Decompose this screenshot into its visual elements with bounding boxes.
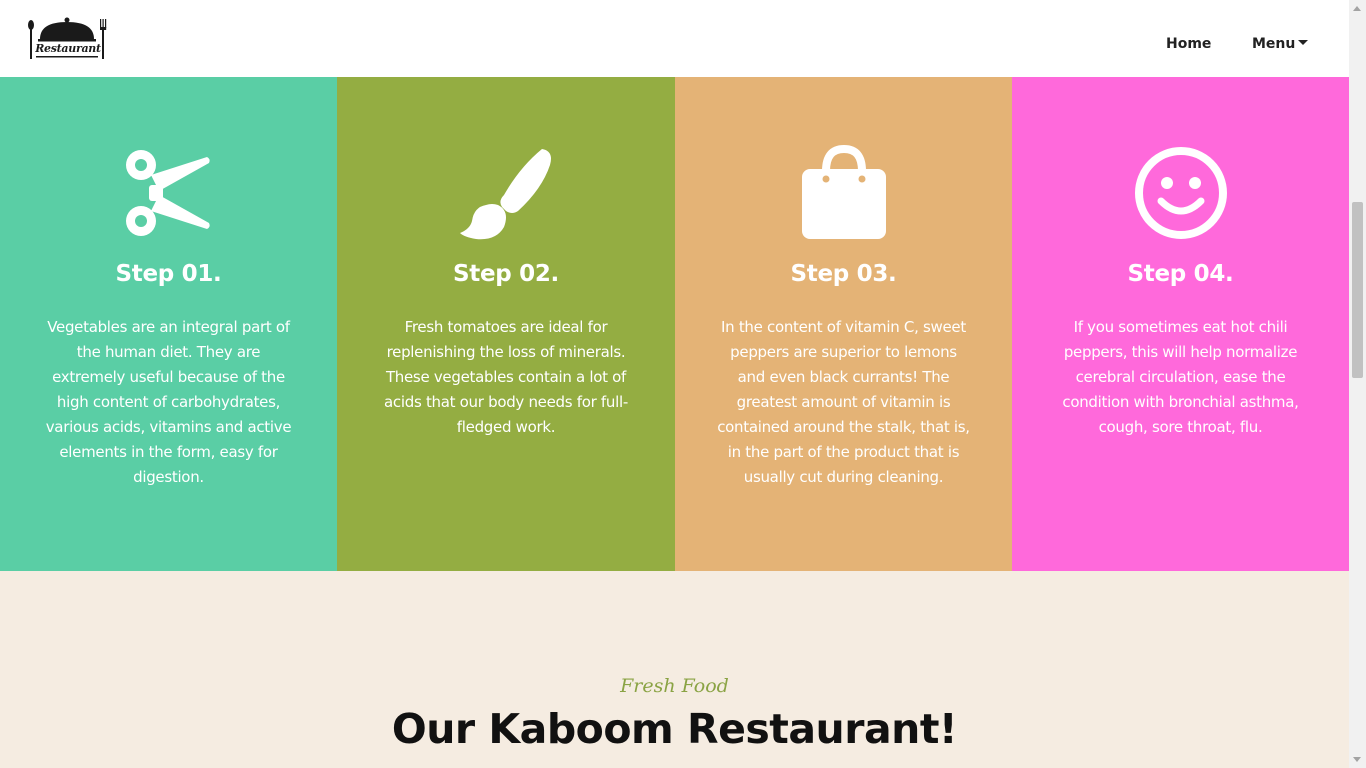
caret-down-icon — [1298, 39, 1309, 45]
nav-menu-dropdown[interactable]: Menu — [1252, 36, 1309, 52]
step-card-4: Step 04. If you sometimes eat hot chili … — [1012, 77, 1349, 571]
section-kicker: Fresh Food — [620, 675, 729, 697]
scissors-icon — [121, 145, 217, 241]
step-description: If you sometimes eat hot chili peppers, … — [1062, 318, 1299, 436]
smiley-face-icon — [1133, 145, 1229, 241]
shopping-bag-icon — [796, 145, 892, 241]
step-title: Step 04. — [1127, 261, 1234, 287]
nav-home-link[interactable]: Home — [1166, 36, 1211, 52]
scroll-up-arrow-icon[interactable] — [1353, 6, 1361, 11]
paint-brush-icon — [458, 145, 554, 241]
step-title: Step 02. — [453, 261, 559, 287]
step-title: Step 03. — [790, 261, 897, 287]
step-description: Fresh tomatoes are ideal for replenishin… — [384, 318, 628, 436]
steps-section: Step 01. Vegetables are an integral part… — [0, 77, 1349, 571]
intro-section: Fresh Food Our Kaboom Restaurant! — [0, 571, 1349, 768]
scroll-down-arrow-icon[interactable] — [1353, 757, 1361, 762]
step-title: Step 01. — [115, 261, 222, 287]
step-card-1: Step 01. Vegetables are an integral part… — [0, 77, 337, 571]
main-nav: Home Menu — [0, 36, 1349, 56]
page-scrollbar[interactable] — [1349, 0, 1366, 768]
step-card-3: Step 03. In the content of vitamin C, sw… — [675, 77, 1012, 571]
step-description: Vegetables are an integral part of the h… — [45, 318, 292, 486]
step-card-2: Step 02. Fresh tomatoes are ideal for re… — [337, 77, 675, 571]
site-header: Restaurant Home Menu — [0, 0, 1349, 77]
nav-menu-label: Menu — [1252, 36, 1296, 52]
step-description: In the content of vitamin C, sweet peppe… — [717, 318, 970, 486]
section-title: Our Kaboom Restaurant! — [391, 705, 958, 753]
scrollbar-thumb[interactable] — [1352, 202, 1363, 378]
